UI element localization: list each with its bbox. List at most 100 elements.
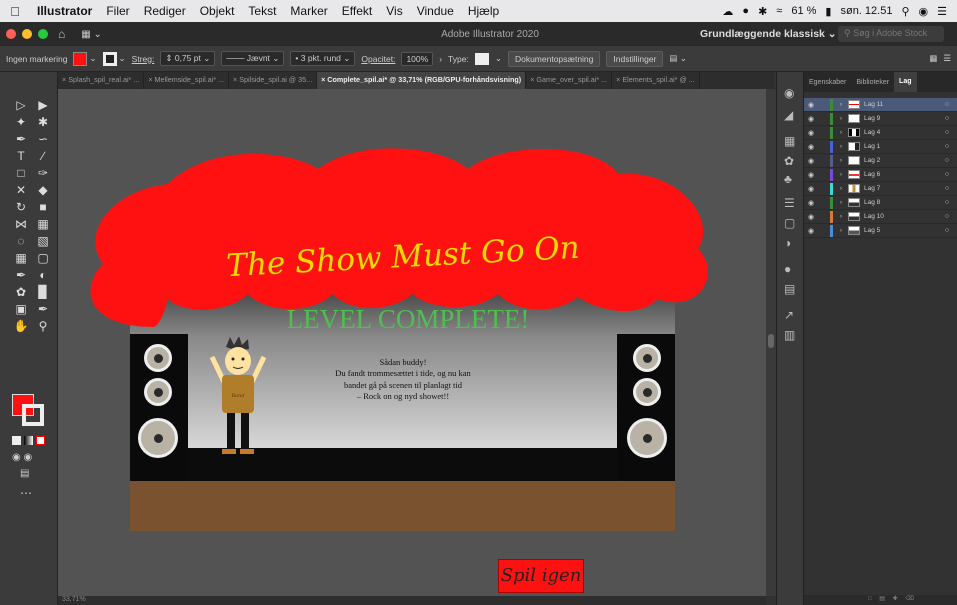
gradient-mode-icon[interactable] [24,436,33,445]
expand-arrow-icon[interactable]: › [836,157,846,164]
document-setup-button[interactable]: Dokumentopsætning [507,50,601,67]
visibility-eye-icon[interactable]: ◉ [804,171,818,179]
screen-mode-icon[interactable]: ▤ [20,468,29,479]
menu-filer[interactable]: Filer [99,4,136,18]
opacity-arrow-icon[interactable]: › [439,54,442,64]
menu-marker[interactable]: Marker [283,4,334,18]
layer-row[interactable]: ◉ › Lag 4 ○ [804,126,957,140]
menu-hjaelp[interactable]: Hjælp [461,4,506,18]
paintbrush-tool-icon[interactable]: ✑ [34,166,52,180]
target-circle-icon[interactable]: ○ [945,171,949,178]
tab-libraries[interactable]: Biblioteker [851,79,894,86]
symbols-panel-icon[interactable]: ♣ [784,172,792,186]
tab-splash[interactable]: × Splash_spil_real.ai* ... [58,72,145,89]
stroke-panel-icon[interactable]: ☰ [784,196,795,210]
color-panel-icon[interactable]: ◉ [784,86,794,100]
tab-spilside[interactable]: × Spilside_spil.ai @ 35... [229,72,318,89]
target-circle-icon[interactable]: ○ [945,101,949,108]
expand-arrow-icon[interactable]: › [836,199,846,206]
menu-objekt[interactable]: Objekt [193,4,242,18]
opacity-field[interactable]: 100% [401,51,434,66]
target-circle-icon[interactable]: ○ [945,115,949,122]
workspace-switcher[interactable]: Grundlæggende klassisk ⌄ [700,28,837,40]
preferences-button[interactable]: Indstillinger [606,50,664,67]
wifi-icon[interactable]: ≈ [776,5,782,17]
expand-arrow-icon[interactable]: › [836,227,846,234]
eyedropper-tool-icon[interactable]: ✒ [12,268,30,282]
shaper-tool-icon[interactable]: ✕ [12,183,30,197]
layer-row[interactable]: ◉ › Lag 10 ○ [804,210,957,224]
battery-percent[interactable]: 61 % [791,5,816,17]
opacity-label[interactable]: Opacitet: [361,54,395,64]
vertical-scrollbar[interactable] [766,89,776,596]
target-circle-icon[interactable]: ○ [945,185,949,192]
layer-name[interactable]: Lag 7 [864,185,880,192]
siri-icon[interactable]: ◉ [919,5,929,18]
column-graph-tool-icon[interactable]: ▉ [34,285,52,299]
free-transform-tool-icon[interactable]: ▦ [34,217,52,231]
layer-row[interactable]: ◉ › Lag 7 ○ [804,182,957,196]
layer-name[interactable]: Lag 2 [864,157,880,164]
selection-tool-icon[interactable]: ▷ [12,98,30,112]
transparency-panel-icon[interactable]: ◑ [784,236,791,250]
cloud-icon[interactable]: ☁ [722,5,733,18]
stroke-color-swatch[interactable] [102,51,117,66]
variable-width-profile[interactable]: ─── Jævnt ⌄ [221,51,285,66]
tab-layers[interactable]: Lag [894,72,917,92]
visibility-eye-icon[interactable]: ◉ [804,213,818,221]
pen-tool-icon[interactable]: ✒ [12,132,30,146]
color-mode-icon[interactable] [12,436,21,445]
visibility-eye-icon[interactable]: ◉ [804,101,818,109]
slice-tool-icon[interactable]: ✒ [34,302,52,316]
target-circle-icon[interactable]: ○ [945,129,949,136]
appearance-panel-icon[interactable]: ● [784,262,791,276]
shape-builder-tool-icon[interactable]: ◌ [12,234,30,248]
brush-definition[interactable]: • 3 pkt. rund ⌄ [290,51,356,66]
artboard-tool-icon[interactable]: ▣ [12,302,30,316]
expand-arrow-icon[interactable]: › [836,213,846,220]
make-clipping-mask-icon[interactable]: □ [868,596,872,602]
layer-name[interactable]: Lag 8 [864,199,880,206]
tab-elements[interactable]: × Elements_spil.ai* @ ... [612,72,700,89]
edit-toolbar-icon[interactable]: ⋯ [20,486,32,500]
rectangle-tool-icon[interactable]: □ [12,166,30,180]
clock[interactable]: søn. 12.51 [840,5,892,17]
new-layer-icon[interactable]: ✚ [893,596,898,602]
minimize-window-button[interactable] [22,29,32,39]
expand-arrow-icon[interactable]: › [836,101,846,108]
type-dropdown-icon[interactable]: ⌄ [495,53,502,64]
layer-row[interactable]: ◉ › Lag 2 ○ [804,154,957,168]
expand-arrow-icon[interactable]: › [836,143,846,150]
drawing-modes-icon[interactable]: ◉ ◉ [12,452,32,463]
type-tool-icon[interactable]: T [12,149,30,163]
direct-selection-tool-icon[interactable]: ▶ [34,98,52,112]
target-circle-icon[interactable]: ○ [945,157,949,164]
visibility-eye-icon[interactable]: ◉ [804,115,818,123]
target-circle-icon[interactable]: ○ [945,213,949,220]
visibility-eye-icon[interactable]: ◉ [804,227,818,235]
target-circle-icon[interactable]: ○ [945,143,949,150]
align-icon[interactable]: ▤ ⌄ [669,53,687,64]
new-sublayer-icon[interactable]: ▤ [879,596,885,602]
menu-tekst[interactable]: Tekst [241,4,283,18]
stroke-weight-field[interactable]: ⇕ 0,75 pt ⌄ [160,51,216,66]
fill-dropdown-icon[interactable]: ⌄ [89,53,96,64]
tab-mellemside[interactable]: × Mellemside_spil.ai* ... [144,72,230,89]
layer-row[interactable]: ◉ › Lag 6 ○ [804,168,957,182]
menu-vis[interactable]: Vis [379,4,409,18]
sync-icon[interactable]: ● [742,5,749,17]
play-again-button[interactable]: Spil igen [498,559,584,593]
spotlight-search-icon[interactable]: ⚲ [901,5,909,18]
layer-name[interactable]: Lag 1 [864,143,880,150]
expand-arrow-icon[interactable]: › [836,185,846,192]
visibility-eye-icon[interactable]: ◉ [804,199,818,207]
layer-name[interactable]: Lag 6 [864,171,880,178]
menu-rediger[interactable]: Rediger [137,4,193,18]
layer-row[interactable]: ◉ › Lag 9 ○ [804,112,957,126]
expand-arrow-icon[interactable]: › [836,129,846,136]
layer-row[interactable]: ◉ › Lag 1 ○ [804,140,957,154]
performer-character[interactable]: Band [198,337,278,467]
fill-color-swatch[interactable] [73,51,88,66]
eraser-tool-icon[interactable]: ◆ [34,183,52,197]
adobe-stock-search[interactable]: ⚲ Søg i Adobe Stock [838,26,944,42]
